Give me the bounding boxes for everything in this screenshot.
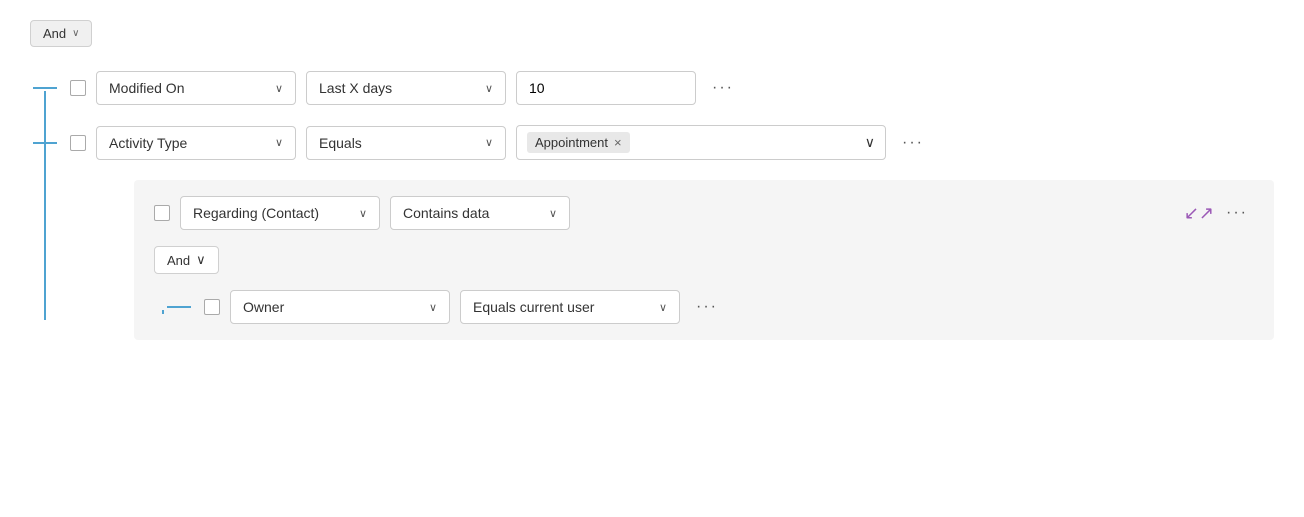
owner-connector bbox=[164, 306, 194, 308]
activity-type-value-chevron: ∨ bbox=[865, 134, 875, 151]
filter-builder: And ∨ Modified On ∨ Last X days ∨ ··· bbox=[0, 0, 1304, 380]
owner-operator-chevron: ∨ bbox=[659, 301, 667, 314]
modified-on-checkbox[interactable] bbox=[70, 80, 86, 96]
regarding-row: Regarding (Contact) ∨ Contains data ∨ ↙↗… bbox=[154, 196, 1254, 230]
regarding-field-label: Regarding (Contact) bbox=[193, 205, 319, 221]
modified-on-row: Modified On ∨ Last X days ∨ ··· bbox=[30, 71, 1274, 105]
activity-type-operator-chevron: ∨ bbox=[485, 136, 493, 149]
activity-type-field-dropdown[interactable]: Activity Type ∨ bbox=[96, 126, 296, 160]
nested-sub-rows: Owner ∨ Equals current user ∨ ··· bbox=[154, 290, 1254, 324]
modified-on-operator-label: Last X days bbox=[319, 80, 392, 96]
top-and-chevron: ∨ bbox=[72, 28, 79, 39]
activity-type-row: Activity Type ∨ Equals ∨ Appointment × ∨… bbox=[30, 125, 1274, 160]
modified-on-more-button[interactable]: ··· bbox=[706, 75, 740, 101]
activity-type-operator-dropdown[interactable]: Equals ∨ bbox=[306, 126, 506, 160]
top-and-button[interactable]: And ∨ bbox=[30, 20, 92, 47]
regarding-operator-label: Contains data bbox=[403, 205, 489, 221]
owner-field-dropdown[interactable]: Owner ∨ bbox=[230, 290, 450, 324]
nested-block-wrapper: Regarding (Contact) ∨ Contains data ∨ ↙↗… bbox=[74, 180, 1274, 350]
row1-line bbox=[33, 87, 57, 89]
activity-type-value-container[interactable]: Appointment × ∨ bbox=[516, 125, 886, 160]
regarding-operator-chevron: ∨ bbox=[549, 207, 557, 220]
owner-more-button[interactable]: ··· bbox=[690, 294, 724, 320]
modified-on-field-chevron: ∨ bbox=[275, 82, 283, 95]
owner-operator-dropdown[interactable]: Equals current user ∨ bbox=[460, 290, 680, 324]
modified-on-field-label: Modified On bbox=[109, 80, 184, 96]
appointment-tag-label: Appointment bbox=[535, 135, 608, 150]
activity-type-field-label: Activity Type bbox=[109, 135, 187, 151]
activity-type-more-button[interactable]: ··· bbox=[896, 130, 930, 156]
appointment-tag-close[interactable]: × bbox=[614, 136, 622, 149]
modified-on-field-dropdown[interactable]: Modified On ∨ bbox=[96, 71, 296, 105]
regarding-more-button[interactable]: ··· bbox=[1220, 200, 1254, 226]
collapse-icon[interactable]: ↙↗ bbox=[1184, 203, 1214, 224]
owner-operator-label: Equals current user bbox=[473, 299, 594, 315]
owner-row: Owner ∨ Equals current user ∨ ··· bbox=[164, 290, 1254, 324]
regarding-field-chevron: ∨ bbox=[359, 207, 367, 220]
owner-field-chevron: ∨ bbox=[429, 301, 437, 314]
row2-line bbox=[33, 142, 57, 144]
appointment-tag: Appointment × bbox=[527, 132, 630, 153]
regarding-actions: ↙↗ ··· bbox=[1184, 200, 1254, 226]
owner-field-label: Owner bbox=[243, 299, 284, 315]
modified-on-value-input[interactable] bbox=[516, 71, 696, 105]
regarding-operator-dropdown[interactable]: Contains data ∨ bbox=[390, 196, 570, 230]
regarding-field-dropdown[interactable]: Regarding (Contact) ∨ bbox=[180, 196, 380, 230]
nested-and-chevron: ∨ bbox=[196, 252, 206, 268]
activity-type-checkbox[interactable] bbox=[70, 135, 86, 151]
owner-checkbox[interactable] bbox=[204, 299, 220, 315]
condition-rows: Modified On ∨ Last X days ∨ ··· Activity… bbox=[30, 71, 1274, 350]
nested-and-label: And bbox=[167, 253, 190, 268]
nested-container: Regarding (Contact) ∨ Contains data ∨ ↙↗… bbox=[134, 180, 1274, 340]
top-and-label: And bbox=[43, 26, 66, 41]
regarding-checkbox[interactable] bbox=[154, 205, 170, 221]
activity-type-operator-label: Equals bbox=[319, 135, 362, 151]
modified-on-operator-chevron: ∨ bbox=[485, 82, 493, 95]
modified-on-operator-dropdown[interactable]: Last X days ∨ bbox=[306, 71, 506, 105]
owner-line bbox=[167, 306, 191, 308]
row1-connector bbox=[30, 87, 60, 89]
row2-connector bbox=[30, 142, 60, 144]
activity-type-field-chevron: ∨ bbox=[275, 136, 283, 149]
nested-and-button[interactable]: And ∨ bbox=[154, 246, 219, 274]
